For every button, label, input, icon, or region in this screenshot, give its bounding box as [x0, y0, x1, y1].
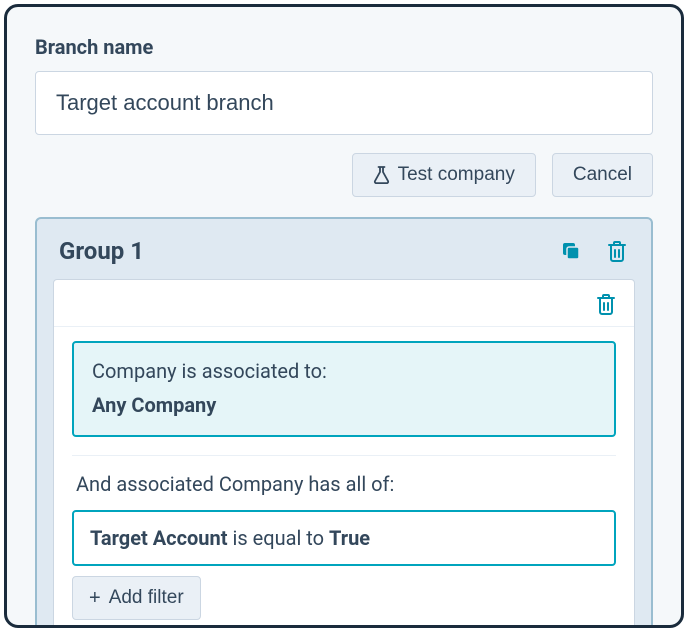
- delete-condition-icon[interactable]: [594, 292, 618, 316]
- group-header-icons: [559, 239, 629, 263]
- condition-card-header: [54, 280, 634, 327]
- cancel-button[interactable]: Cancel: [552, 153, 653, 197]
- flask-icon: [373, 166, 390, 184]
- add-filter-button[interactable]: + Add filter: [72, 576, 201, 620]
- filter-value: True: [329, 526, 370, 550]
- subcondition-label: And associated Company has all of:: [72, 472, 616, 496]
- association-box[interactable]: Company is associated to: Any Company: [72, 341, 616, 437]
- group-header: Group 1: [37, 219, 651, 279]
- cancel-label: Cancel: [573, 164, 632, 186]
- branch-editor-panel: Branch name Test company Cancel Group 1: [4, 4, 684, 628]
- filter-row[interactable]: Target Account is equal to True: [72, 510, 616, 566]
- filter-group: Group 1: [35, 217, 653, 628]
- test-company-label: Test company: [398, 164, 515, 186]
- test-company-button[interactable]: Test company: [352, 153, 536, 197]
- condition-card: Company is associated to: Any Company An…: [53, 279, 635, 628]
- branch-name-input[interactable]: [35, 71, 653, 135]
- filter-property: Target Account: [90, 526, 227, 550]
- clone-icon[interactable]: [559, 239, 583, 263]
- branch-name-label: Branch name: [35, 35, 653, 59]
- actions-row: Test company Cancel: [35, 153, 653, 197]
- condition-block: Company is associated to: Any Company An…: [54, 327, 634, 628]
- group-title: Group 1: [59, 237, 144, 265]
- plus-icon: +: [89, 588, 101, 608]
- filter-operator: is equal to: [232, 526, 324, 550]
- delete-group-icon[interactable]: [605, 239, 629, 263]
- divider: [72, 455, 616, 456]
- add-filter-label: Add filter: [109, 587, 184, 609]
- association-value: Any Company: [92, 393, 596, 417]
- association-label: Company is associated to:: [92, 359, 596, 383]
